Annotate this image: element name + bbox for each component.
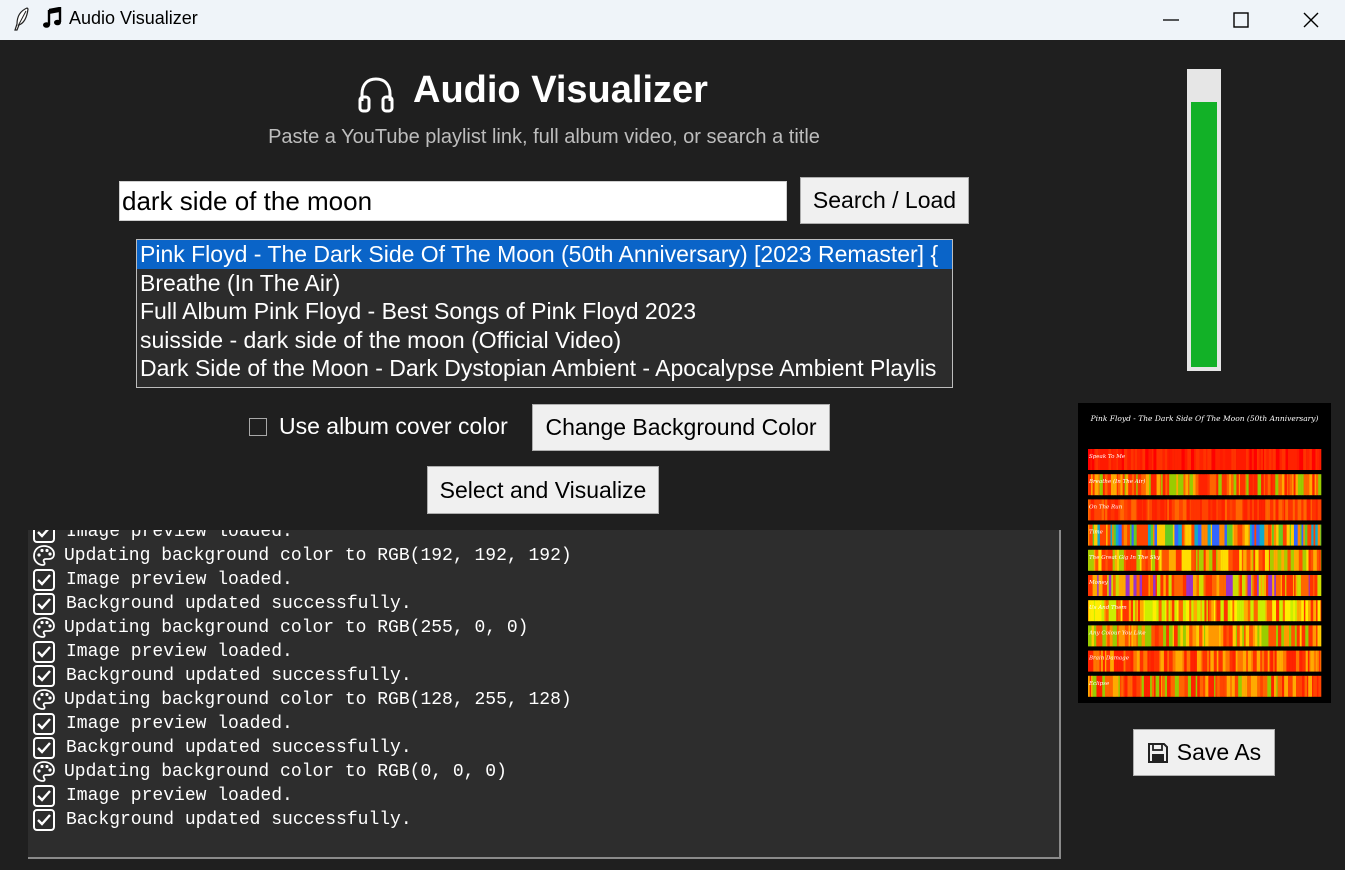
app-subtitle: Paste a YouTube playlist link, full albu… [268, 126, 820, 148]
log-line: Image preview loaded. [32, 784, 572, 808]
checkbox-icon [33, 665, 55, 687]
preview-track-band: Brain Damage [1088, 650, 1322, 672]
preview-track-band: Us And Them [1088, 600, 1322, 622]
search-load-button[interactable]: Search / Load [800, 177, 969, 224]
palette-icon [33, 617, 55, 638]
use-cover-color-label[interactable]: Use album cover color [279, 413, 508, 440]
close-icon [1303, 12, 1319, 28]
log-text: Updating background color to RGB(0, 0, 0… [64, 762, 507, 782]
log-line: Image preview loaded. [32, 712, 572, 736]
preview-track-label: Money [1088, 580, 1109, 586]
log-line: Background updated successfully. [32, 592, 572, 616]
palette-icon [33, 689, 55, 710]
search-input[interactable] [119, 181, 787, 221]
use-cover-color-checkbox[interactable] [249, 418, 267, 436]
preview-track-band: Breathe (In The Air) [1088, 474, 1322, 496]
palette-icon [33, 545, 55, 566]
log-text: Background updated successfully. [66, 666, 412, 686]
preview-track-label: On The Run [1089, 504, 1123, 510]
preview-track-label: Any Colour You Like [1088, 630, 1146, 636]
log-text: Updating background color to RGB(255, 0,… [64, 618, 529, 638]
window-title-bar: Audio Visualizer [0, 0, 1345, 40]
maximize-button[interactable] [1206, 0, 1276, 40]
checkbox-icon [33, 737, 55, 759]
preview-track-label: Brain Damage [1088, 656, 1130, 662]
results-listbox[interactable]: Pink Floyd - The Dark Side Of The Moon (… [136, 239, 953, 388]
preview-track-band: Speak To Me [1088, 449, 1322, 470]
log-text: Updating background color to RGB(128, 25… [64, 690, 572, 710]
palette-icon [33, 761, 55, 782]
headphones-icon [358, 77, 394, 113]
checkbox-icon [33, 569, 55, 591]
level-meter [1187, 69, 1221, 371]
log-line: Updating background color to RGB(192, 19… [32, 544, 572, 568]
log-line: Background updated successfully. [32, 808, 572, 832]
checkbox-icon [33, 530, 55, 543]
preview-track-label: Us And Them [1089, 605, 1127, 611]
log-line: Image preview loaded. [32, 640, 572, 664]
log-line: Updating background color to RGB(128, 25… [32, 688, 572, 712]
log-line: Image preview loaded. [32, 568, 572, 592]
result-item[interactable]: Pink Floyd - The Dark Side Of The Moon (… [137, 240, 952, 269]
log-line: Updating background color to RGB(0, 0, 0… [32, 760, 572, 784]
preview-track-band: The Great Gig In The Sky [1088, 549, 1322, 571]
log-text: Image preview loaded. [66, 570, 293, 590]
checkbox-icon [33, 593, 55, 615]
log-lines: Image preview loaded. Updating background… [32, 530, 572, 832]
preview-track-band: Eclipse [1088, 675, 1322, 697]
result-item[interactable]: Breathe (In The Air) [137, 269, 952, 298]
result-item[interactable]: Dark Side of the Moon - Dark Dystopian A… [137, 354, 952, 383]
save-as-button[interactable]: Save As [1133, 729, 1275, 776]
log-line: Image preview loaded. [32, 530, 572, 544]
result-item[interactable]: Full Album Pink Floyd - Best Songs of Pi… [137, 297, 952, 326]
minimize-icon [1163, 19, 1179, 21]
log-text: Updating background color to RGB(192, 19… [64, 546, 572, 566]
checkbox-icon [33, 713, 55, 735]
checkbox-icon [33, 641, 55, 663]
log-text: Image preview loaded. [66, 530, 293, 542]
preview-track-label: Eclipse [1088, 681, 1110, 687]
preview-track-label: The Great Gig In The Sky [1089, 555, 1161, 561]
feather-icon [14, 7, 29, 31]
log-line: Background updated successfully. [32, 736, 572, 760]
music-note-icon [43, 7, 62, 28]
checkbox-icon [33, 809, 55, 831]
log-text: Image preview loaded. [66, 642, 293, 662]
log-line: Background updated successfully. [32, 664, 572, 688]
window-title: Audio Visualizer [69, 8, 198, 28]
log-text: Background updated successfully. [66, 738, 412, 758]
select-visualize-button[interactable]: Select and Visualize [427, 466, 659, 514]
preview-track-band: On The Run [1088, 499, 1322, 521]
app-heading: Audio Visualizer [413, 69, 708, 111]
visualization-preview: Speak To Me Breathe (In The Air) On The Ru… [1078, 403, 1331, 703]
save-as-label: Save As [1176, 739, 1262, 765]
preview-track-band: Time [1088, 524, 1322, 546]
preview-track-band: Money [1088, 575, 1322, 596]
change-background-button[interactable]: Change Background Color [532, 404, 830, 451]
floppy-disk-icon [1147, 742, 1168, 763]
preview-title: Pink Floyd - The Dark Side Of The Moon (… [1090, 414, 1319, 423]
log-text: Background updated successfully. [66, 594, 412, 614]
log-text: Image preview loaded. [66, 714, 293, 734]
preview-track-label: Breathe (In The Air) [1088, 478, 1145, 485]
preview-track-label: Time [1089, 530, 1104, 536]
log-text: Image preview loaded. [66, 786, 293, 806]
preview-bars: Speak To Me Breathe (In The Air) On The Ru… [1088, 449, 1322, 697]
log-console[interactable]: Image preview loaded. Updating background… [28, 530, 1061, 859]
preview-track-label: Speak To Me [1089, 454, 1126, 460]
level-meter-fill [1191, 102, 1217, 367]
preview-track-band: Any Colour You Like [1088, 625, 1322, 647]
result-item[interactable]: suisside - dark side of the moon (Offici… [137, 326, 952, 355]
close-button[interactable] [1276, 0, 1345, 40]
checkbox-icon [33, 785, 55, 807]
maximize-icon [1233, 12, 1249, 28]
log-line: Updating background color to RGB(255, 0,… [32, 616, 572, 640]
log-text: Background updated successfully. [66, 810, 412, 830]
minimize-button[interactable] [1136, 0, 1206, 40]
